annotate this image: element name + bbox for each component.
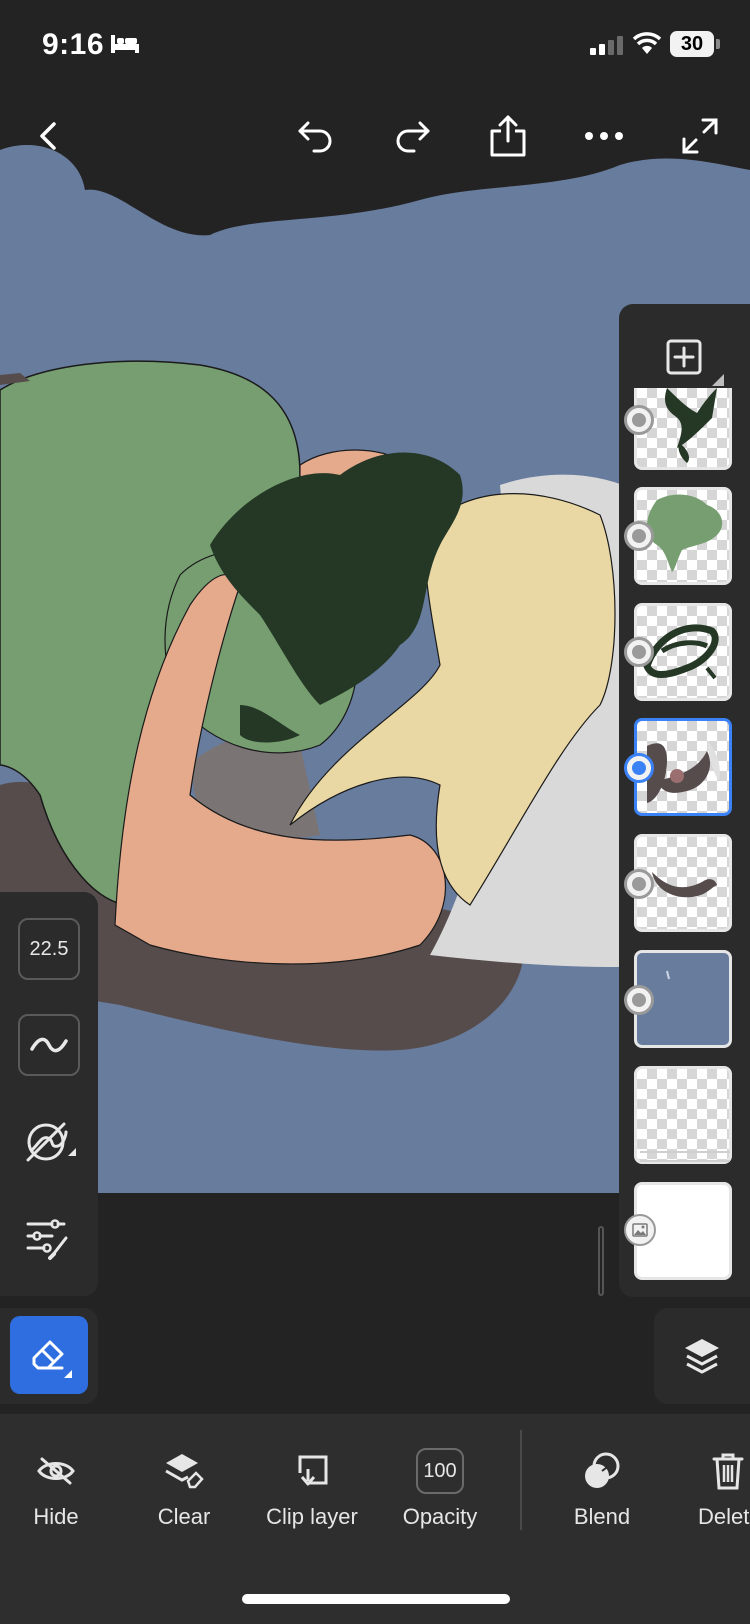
layer-visibility-toggle[interactable] (624, 869, 654, 899)
layers-scrollbar[interactable] (598, 1226, 604, 1296)
brush-settings-icon (26, 1122, 76, 1162)
battery-cap (716, 39, 720, 49)
eraser-icon (32, 1340, 72, 1378)
layer-visibility-toggle[interactable] (624, 637, 654, 667)
opacity-button[interactable]: 100 Opacity (380, 1446, 500, 1530)
clear-label: Clear (157, 1504, 211, 1529)
sleep-bed-icon (110, 33, 140, 60)
brush-adjust-button[interactable] (22, 1214, 78, 1270)
blend-label: Blend (573, 1504, 631, 1529)
clip-layer-button[interactable]: Clip layer (252, 1446, 372, 1530)
eraser-tool-button[interactable] (10, 1316, 88, 1394)
more-icon (585, 132, 623, 140)
layer-thumbnail[interactable] (634, 1066, 732, 1164)
add-layer-button[interactable] (660, 333, 708, 381)
wifi-icon (632, 32, 662, 61)
eye-slash-icon (37, 1457, 75, 1485)
opacity-label: Opacity (402, 1504, 478, 1529)
sliders-icon (26, 1219, 68, 1260)
brush-settings-button[interactable] (22, 1116, 78, 1172)
hide-layer-button[interactable]: Hide (0, 1446, 116, 1530)
delete-label: Delete (698, 1504, 750, 1529)
clip-layer-label: Clip layer (266, 1504, 358, 1529)
image-icon (632, 1223, 648, 1237)
brush-size-button[interactable]: 22.5 (18, 918, 80, 980)
layer-visibility-toggle-selected[interactable] (624, 753, 654, 783)
plus-square-icon (666, 339, 702, 375)
layer-group-divider (640, 1160, 730, 1162)
hide-label: Hide (33, 1504, 79, 1529)
smoothing-button[interactable] (18, 1014, 80, 1076)
layers-toggle-button[interactable] (654, 1308, 750, 1404)
clear-layer-icon (165, 1454, 204, 1489)
trash-icon (712, 1453, 744, 1490)
layer-group-divider (640, 1151, 730, 1153)
layers-icon (685, 1339, 719, 1374)
wave-icon (30, 1037, 68, 1053)
opacity-value: 100 (416, 1448, 464, 1494)
background-image-toggle[interactable] (624, 1214, 656, 1246)
clear-layer-button[interactable]: Clear (124, 1446, 244, 1530)
cellular-signal-icon (590, 35, 626, 60)
blend-icon (585, 1452, 620, 1488)
home-indicator[interactable] (242, 1594, 510, 1604)
toolbar-divider (520, 1430, 522, 1530)
layer-visibility-toggle[interactable] (624, 405, 654, 435)
layer-visibility-toggle[interactable] (624, 985, 654, 1015)
delete-layer-button[interactable]: Delete (668, 1446, 750, 1530)
layer-visibility-toggle[interactable] (624, 521, 654, 551)
battery-indicator: 30 (670, 31, 714, 57)
status-time: 9:16 (42, 28, 105, 61)
clip-layer-icon (298, 1455, 328, 1486)
corner-triangle-icon (712, 374, 724, 386)
blend-mode-button[interactable]: Blend (542, 1446, 662, 1530)
